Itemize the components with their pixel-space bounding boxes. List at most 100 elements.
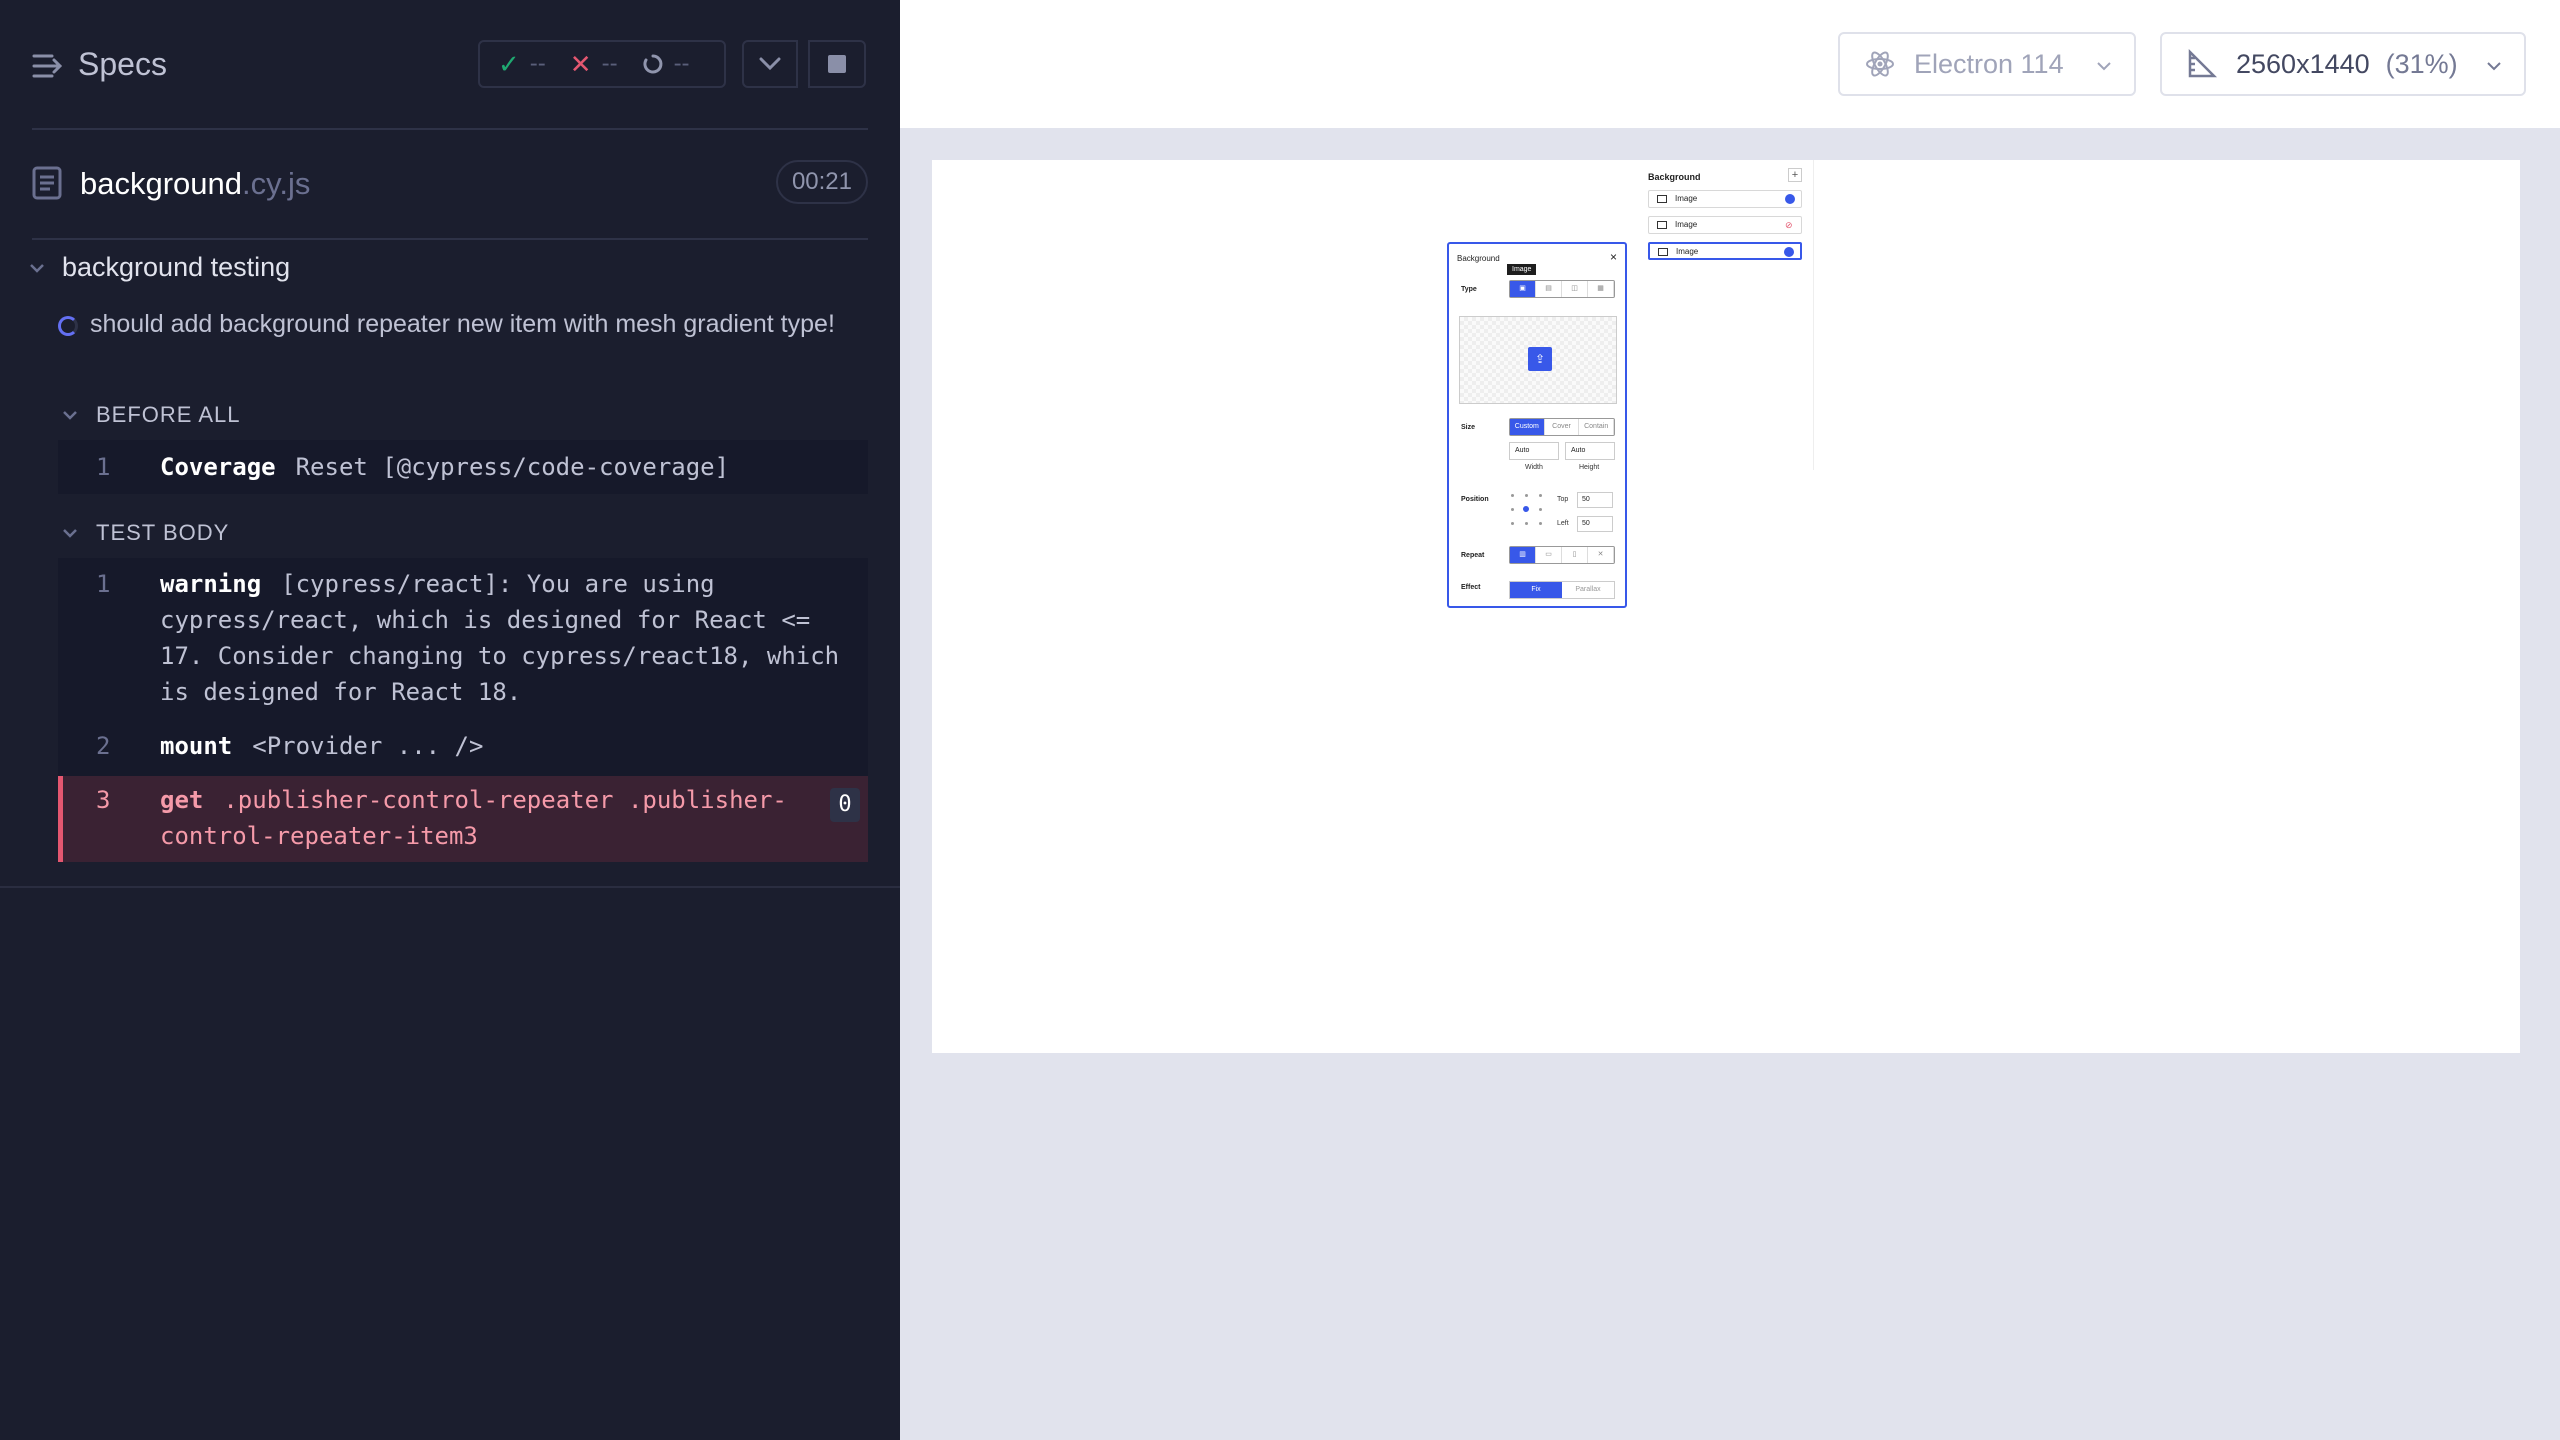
visibility-icon[interactable] bbox=[1785, 194, 1795, 204]
position-grid[interactable] bbox=[1509, 492, 1549, 532]
top-input[interactable]: 50 bbox=[1577, 492, 1613, 508]
running-spinner-icon bbox=[58, 316, 78, 336]
ruler-icon bbox=[2188, 48, 2218, 78]
gradient-type-icon[interactable]: ▤ bbox=[1536, 281, 1562, 297]
type-label: Type bbox=[1461, 286, 1477, 293]
electron-icon bbox=[1866, 51, 1894, 77]
close-icon[interactable]: × bbox=[1610, 250, 1617, 264]
element-count-badge: 0 bbox=[830, 788, 860, 822]
top-label: Top bbox=[1557, 496, 1569, 503]
specs-list-icon[interactable] bbox=[32, 52, 64, 80]
left-label: Left bbox=[1557, 520, 1569, 527]
width-select[interactable]: Auto bbox=[1509, 442, 1559, 460]
pending-stat: -- bbox=[642, 50, 690, 78]
command-name: get bbox=[160, 786, 204, 814]
before-all-label: BEFORE ALL bbox=[96, 402, 241, 427]
hidden-icon[interactable]: ⊘ bbox=[1785, 220, 1795, 230]
size-custom[interactable]: Custom bbox=[1510, 419, 1545, 435]
failed-command-row[interactable]: 3 get .publisher-control-repeater .publis… bbox=[58, 776, 868, 862]
command-message: Reset [@cypress/code-coverage] bbox=[295, 453, 730, 481]
radial-type-icon[interactable]: ◫ bbox=[1562, 281, 1588, 297]
command-name: warning bbox=[160, 570, 262, 598]
repeater-item-label: Image bbox=[1675, 194, 1698, 203]
reporter-header: Specs ✓ -- ✕ -- -- bbox=[0, 0, 900, 130]
spec-file-row[interactable]: background.cy.js 00:21 bbox=[32, 160, 868, 210]
command-number: 1 bbox=[96, 453, 111, 481]
height-select[interactable]: Auto bbox=[1565, 442, 1615, 460]
viewport-selector[interactable]: 2560x1440 (31%) bbox=[2160, 32, 2526, 96]
image-icon bbox=[1657, 221, 1667, 229]
effect-parallax[interactable]: Parallax bbox=[1562, 582, 1614, 598]
mesh-type-icon[interactable]: ▦ bbox=[1588, 281, 1614, 297]
type-tabs: ▣ ▤ ◫ ▦ bbox=[1509, 280, 1615, 298]
chevron-down-icon bbox=[2487, 62, 2501, 71]
command-name: Coverage bbox=[160, 453, 276, 481]
spec-file-name[interactable]: background.cy.js bbox=[80, 166, 310, 202]
command-name: mount bbox=[160, 732, 233, 760]
spec-name: background bbox=[80, 166, 243, 201]
left-input[interactable]: 50 bbox=[1577, 516, 1613, 532]
aut-toolbar: Electron 114 2560x1440 (31%) bbox=[900, 0, 2560, 128]
add-item-button[interactable]: + bbox=[1788, 168, 1802, 182]
stop-button[interactable] bbox=[808, 40, 866, 88]
visibility-icon[interactable] bbox=[1784, 247, 1794, 257]
passed-stat: ✓ -- bbox=[498, 49, 546, 80]
image-preview[interactable]: ⇪ bbox=[1459, 316, 1617, 404]
auto-scroll-button[interactable] bbox=[742, 40, 798, 88]
command-message: [cypress/react]: You are using cypress/r… bbox=[160, 570, 840, 706]
image-type-icon[interactable]: ▣ bbox=[1510, 281, 1536, 297]
command-number: 1 bbox=[96, 570, 111, 598]
command-number: 3 bbox=[96, 786, 111, 814]
test-body-commands: 1 warning [cypress/react]: You are using … bbox=[58, 558, 868, 862]
command-number: 2 bbox=[96, 732, 111, 760]
chevron-down-icon bbox=[2097, 62, 2111, 71]
command-row[interactable]: 2 mount <Provider ... /> bbox=[58, 728, 868, 768]
test-title[interactable]: should add background repeater new item … bbox=[90, 306, 850, 342]
file-divider bbox=[32, 238, 868, 240]
effect-fix[interactable]: Fix bbox=[1510, 582, 1562, 598]
command-row[interactable]: 1 warning [cypress/react]: You are using … bbox=[58, 566, 868, 716]
header-divider bbox=[32, 128, 868, 130]
size-cover[interactable]: Cover bbox=[1545, 419, 1580, 435]
spec-extension: .cy.js bbox=[242, 166, 311, 201]
image-icon bbox=[1657, 195, 1667, 203]
chevron-down-icon bbox=[759, 57, 781, 71]
position-label: Position bbox=[1461, 496, 1489, 503]
document-icon bbox=[32, 166, 62, 200]
pending-icon bbox=[643, 54, 662, 74]
stop-icon bbox=[828, 55, 846, 73]
chevron-down-icon bbox=[63, 529, 77, 538]
no-repeat-icon[interactable]: ✕ bbox=[1588, 547, 1614, 563]
effect-tabs: Fix Parallax bbox=[1509, 581, 1615, 599]
background-popover: Background × Image Type ▣ ▤ ◫ ▦ ⇪ Size C… bbox=[1447, 242, 1627, 608]
reporter-panel: Specs ✓ -- ✕ -- -- background.cy.js 00:2… bbox=[0, 0, 900, 1440]
width-label: Width bbox=[1525, 464, 1543, 471]
pending-count: -- bbox=[673, 50, 690, 77]
repeater-item[interactable]: Image ⊘ bbox=[1648, 216, 1802, 234]
command-message: <Provider ... /> bbox=[252, 732, 484, 760]
suite-header[interactable]: background testing bbox=[28, 252, 290, 283]
passed-count: -- bbox=[529, 50, 546, 77]
runnable-divider bbox=[0, 886, 900, 888]
test-body-label: TEST BODY bbox=[96, 520, 230, 545]
repeat-both-icon[interactable]: ▥ bbox=[1510, 547, 1536, 563]
repeat-x-icon[interactable]: ▭ bbox=[1536, 547, 1562, 563]
image-icon bbox=[1658, 248, 1668, 256]
chevron-down-icon bbox=[63, 411, 77, 420]
suite-title: background testing bbox=[62, 252, 291, 282]
effect-label: Effect bbox=[1461, 584, 1481, 591]
browser-selector[interactable]: Electron 114 bbox=[1838, 32, 2136, 96]
before-all-hook[interactable]: BEFORE ALL bbox=[62, 402, 241, 428]
viewport-size: 2560x1440 bbox=[2236, 48, 2370, 79]
repeater-item-label: Image bbox=[1675, 220, 1698, 229]
command-row[interactable]: 1 Coverage Reset [@cypress/code-coverage] bbox=[58, 440, 868, 494]
specs-title[interactable]: Specs bbox=[78, 46, 167, 83]
height-label: Height bbox=[1579, 464, 1600, 471]
size-contain[interactable]: Contain bbox=[1579, 419, 1615, 435]
repeater-title: Background bbox=[1648, 172, 1701, 182]
test-body-hook[interactable]: TEST BODY bbox=[62, 520, 229, 546]
repeat-y-icon[interactable]: ▯ bbox=[1562, 547, 1588, 563]
repeater-item[interactable]: Image bbox=[1648, 242, 1802, 260]
repeater-item[interactable]: Image bbox=[1648, 190, 1802, 208]
upload-icon[interactable]: ⇪ bbox=[1528, 347, 1552, 371]
